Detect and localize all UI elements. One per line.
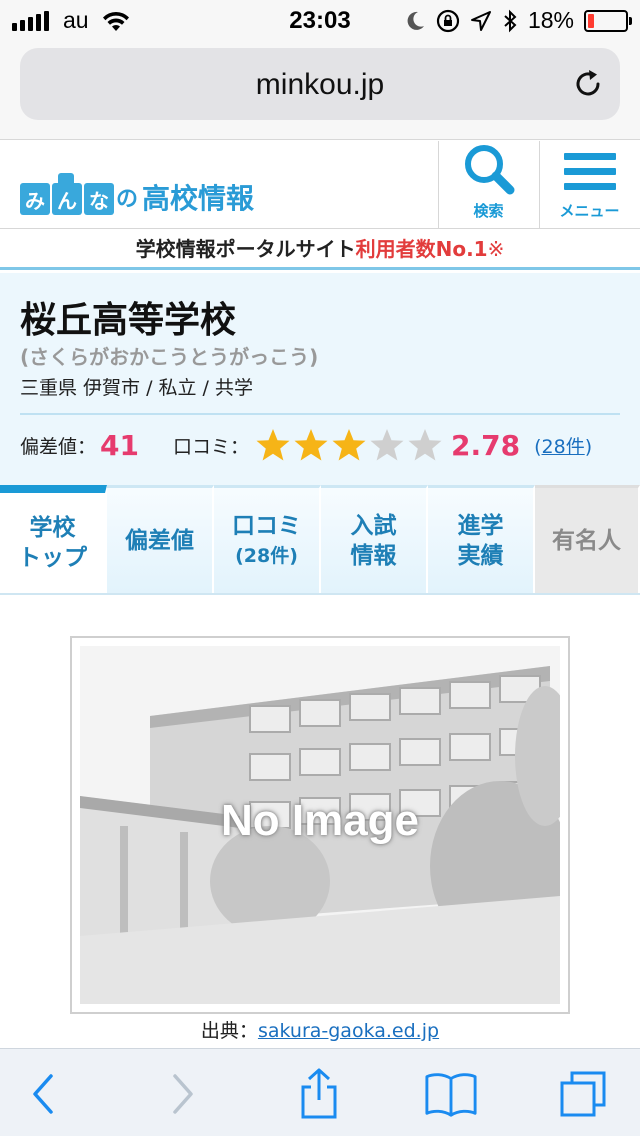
logo-tile: な bbox=[84, 183, 114, 215]
forward-icon bbox=[173, 1074, 193, 1114]
forward-button[interactable] bbox=[156, 1067, 210, 1121]
tagline-text: 学校情報ポータルサイト bbox=[135, 237, 356, 261]
logo-tile: ん bbox=[52, 183, 82, 215]
battery-percent: 18% bbox=[527, 7, 574, 33]
search-icon bbox=[464, 145, 514, 195]
url-text[interactable]: minkou.jp bbox=[20, 68, 620, 102]
browser-chrome: minkou.jp bbox=[0, 40, 640, 140]
back-button[interactable] bbox=[16, 1067, 70, 1121]
tabs-button[interactable] bbox=[556, 1067, 610, 1121]
tab-sublabel: (28件) bbox=[235, 544, 298, 567]
divider bbox=[20, 413, 620, 415]
school-photo-frame: No Image bbox=[70, 636, 570, 1014]
hensachi-label: 偏差値： bbox=[20, 435, 97, 458]
credit-link[interactable]: sakura-gaoka.ed.jp bbox=[258, 1020, 439, 1042]
school-name: 桜丘高等学校 bbox=[20, 300, 237, 341]
photo-credit: 出典：sakura-gaoka.ed.jp bbox=[0, 1016, 640, 1043]
tab-label: 学校 bbox=[29, 515, 76, 541]
battery-icon bbox=[584, 9, 632, 32]
tab-label: 口コミ bbox=[232, 512, 301, 539]
tabs-icon bbox=[560, 1071, 606, 1117]
tab-label: 有名人 bbox=[552, 527, 621, 554]
paren-open: ( bbox=[534, 435, 542, 458]
star-empty-icon bbox=[370, 429, 404, 461]
menu-label: メニュー bbox=[559, 202, 620, 220]
address-bar[interactable]: minkou.jp bbox=[20, 48, 620, 120]
tab-kuchikomi[interactable]: 口コミ (28件) bbox=[214, 485, 321, 593]
share-icon bbox=[301, 1068, 337, 1119]
moon-icon bbox=[407, 11, 424, 30]
star-empty-icon bbox=[408, 429, 442, 461]
credit-label: 出典： bbox=[200, 1020, 258, 1042]
tab-label: 情報 bbox=[350, 542, 397, 569]
site-logo[interactable]: み ん な の 高校情報 bbox=[20, 161, 254, 215]
kuchikomi-label: 口コミ： bbox=[172, 435, 249, 458]
back-icon bbox=[33, 1074, 53, 1114]
school-tabs: 学校トップ 偏差値 口コミ (28件) 入試情報 進学実績 有名人 bbox=[0, 485, 640, 595]
logo-text: 高校情報 bbox=[142, 182, 255, 215]
battery-level bbox=[588, 13, 595, 28]
logo-house-icon: み ん な bbox=[20, 173, 114, 215]
review-count-link[interactable]: 28件 bbox=[542, 436, 585, 458]
share-button[interactable] bbox=[292, 1067, 346, 1121]
tab-school-top[interactable]: 学校 トップ bbox=[0, 485, 107, 593]
browser-toolbar bbox=[0, 1048, 640, 1136]
tab-label: 進学 bbox=[457, 512, 504, 539]
menu-button[interactable]: メニュー bbox=[539, 141, 639, 229]
status-bar: au 23:03 18% bbox=[0, 0, 640, 40]
tab-nyushi[interactable]: 入試 情報 bbox=[321, 485, 428, 593]
tagline-footnote-mark: ※ bbox=[487, 237, 505, 261]
star-filled-icon bbox=[332, 429, 366, 461]
star-filled-icon bbox=[256, 429, 290, 461]
star-filled-icon bbox=[294, 429, 328, 461]
bluetooth-icon bbox=[504, 9, 517, 32]
hensachi-value: 41 bbox=[100, 428, 139, 462]
logo-particle: の bbox=[116, 187, 139, 212]
tab-label: 入試 bbox=[350, 512, 397, 539]
tab-label: 偏差値 bbox=[125, 527, 194, 554]
search-label: 検索 bbox=[473, 202, 504, 220]
bookmarks-button[interactable] bbox=[424, 1067, 478, 1121]
school-photo: No Image bbox=[80, 646, 560, 1004]
rating-value: 2.78 bbox=[451, 428, 521, 462]
tab-shingaku[interactable]: 進学 実績 bbox=[428, 485, 535, 593]
school-stats: 偏差値： 41 口コミ： 2.78 (28件) bbox=[20, 425, 620, 465]
tagline-highlight: 利用者数No.1 bbox=[355, 237, 488, 261]
school-meta: 三重県 伊賀市 / 私立 / 共学 bbox=[20, 377, 254, 399]
bookmarks-icon bbox=[425, 1073, 477, 1117]
search-button[interactable]: 検索 bbox=[438, 141, 538, 229]
tab-hensachi[interactable]: 偏差値 bbox=[107, 485, 214, 593]
orientation-lock-icon bbox=[436, 9, 460, 32]
location-icon bbox=[470, 10, 491, 31]
no-image-text: No Image bbox=[220, 796, 420, 845]
tab-label: 実績 bbox=[457, 542, 504, 569]
tab-label: トップ bbox=[18, 545, 87, 571]
paren-close: ) bbox=[584, 435, 593, 458]
site-header: み ん な の 高校情報 検索 メニュー bbox=[0, 141, 640, 229]
reload-icon[interactable] bbox=[570, 66, 606, 102]
school-kana: (さくらがおかこうとうがっこう) bbox=[20, 345, 319, 369]
tagline: 学校情報ポータルサイト利用者数No.1※ bbox=[0, 230, 640, 270]
hamburger-icon bbox=[563, 153, 616, 190]
review-count: (28件) bbox=[534, 432, 592, 459]
school-info: 桜丘高等学校 (さくらがおかこうとうがっこう) 三重県 伊賀市 / 私立 / 共… bbox=[0, 273, 640, 485]
rating-stars bbox=[255, 428, 443, 462]
logo-tile: み bbox=[20, 183, 50, 215]
tab-yumeijin: 有名人 bbox=[535, 485, 640, 593]
